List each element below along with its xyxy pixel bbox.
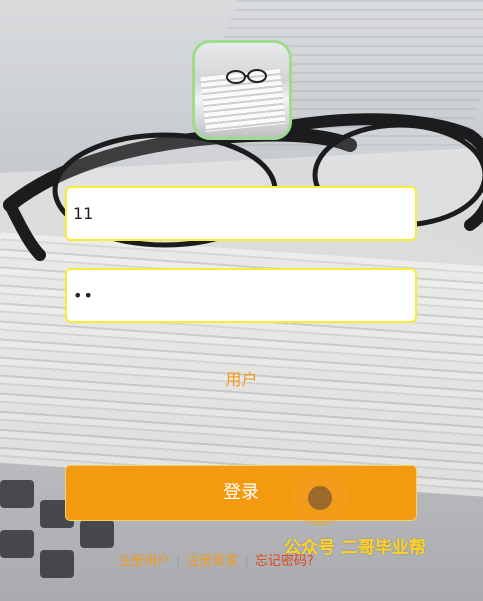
register-user-link[interactable]: 注册用户: [118, 554, 170, 569]
watermark-text: 公众号 二哥毕业帮: [284, 538, 426, 558]
role-label[interactable]: 用户: [0, 366, 483, 390]
link-divider: |: [244, 554, 249, 569]
app-logo: [192, 40, 292, 140]
password-input[interactable]: [65, 268, 417, 323]
link-divider: |: [176, 554, 181, 569]
watermark-dot-icon: [308, 486, 332, 510]
login-button[interactable]: 登录: [65, 465, 417, 521]
username-input[interactable]: [65, 186, 417, 241]
logo-glasses-icon: [226, 69, 267, 84]
register-seller-link[interactable]: 注册卖家: [186, 554, 238, 569]
